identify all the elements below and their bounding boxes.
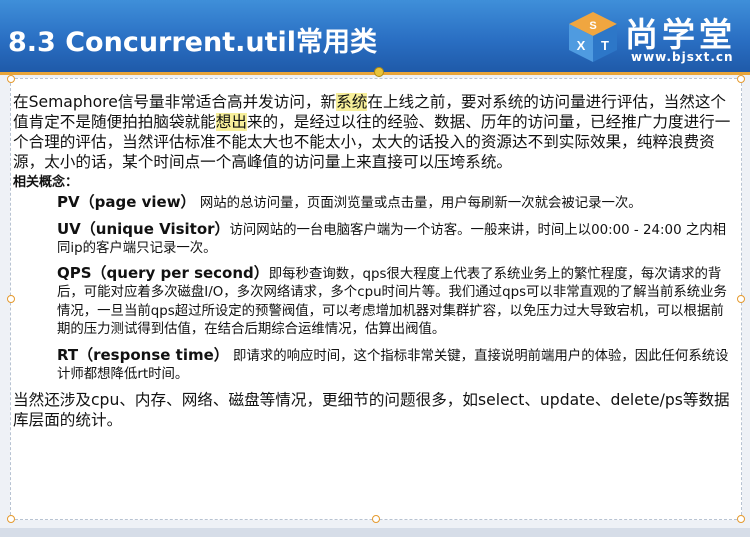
concepts-label: 相关概念： <box>13 175 79 190</box>
logo-brand: 尚学堂 <box>625 15 736 54</box>
rt-term: RT（response time） <box>57 345 229 364</box>
logo-url: www.bjsxt.cn <box>631 50 734 64</box>
rotate-handle[interactable] <box>374 67 384 77</box>
slide-header: 8.3 Concurrent.util常用类 S X T 尚学堂 www.bjs… <box>0 0 750 72</box>
resize-handle-bottom-right[interactable] <box>737 515 745 523</box>
rt-paragraph: RT（response time） 即请求的响应时间，这个指标非常关键，直接说明… <box>13 346 737 385</box>
resize-handle-top-right[interactable] <box>737 75 745 83</box>
intro-highlight-2: 想出 <box>215 113 247 131</box>
resize-handle-right[interactable] <box>737 295 745 303</box>
slide-title: 8.3 Concurrent.util常用类 <box>8 27 378 58</box>
logo-letter-x: X <box>577 38 586 53</box>
slide-body[interactable]: 在Semaphore信号量非常适合高并发访问，新系统在上线之前，要对系统的访问量… <box>13 92 737 430</box>
resize-handle-bottom[interactable] <box>372 515 380 523</box>
qps-term: QPS（query per second） <box>57 263 269 282</box>
pv-text: 网站的总访问量，页面浏览量或点击量，用户每刷新一次就会被记录一次。 <box>199 196 642 211</box>
intro-paragraph: 在Semaphore信号量非常适合高并发访问，新系统在上线之前，要对系统的访问量… <box>13 92 737 172</box>
logo-cube-icon: S X T <box>569 12 617 62</box>
uv-paragraph: UV（unique Visitor）访问网站的一台电脑客户端为一个访客。一般来讲… <box>13 220 737 259</box>
logo: S X T 尚学堂 www.bjsxt.cn <box>567 6 750 68</box>
resize-handle-top-left[interactable] <box>7 75 15 83</box>
logo-letter-s: S <box>589 20 596 32</box>
qps-paragraph: QPS（query per second）即每秒查询数，qps很大程度上代表了系… <box>13 264 737 340</box>
logo-letter-t: T <box>601 38 609 53</box>
pv-paragraph: PV（page view） 网站的总访问量，页面浏览量或点击量，用户每刷新一次就… <box>13 193 737 214</box>
resize-handle-bottom-left[interactable] <box>7 515 15 523</box>
intro-highlight-1: 系统 <box>336 93 368 111</box>
intro-text-1: 在Semaphore信号量非常适合高并发访问，新 <box>13 93 337 111</box>
closing-paragraph: 当然还涉及cpu、内存、网络、磁盘等情况，更细节的问题很多，如select、up… <box>13 390 730 429</box>
bottom-bar <box>0 528 750 537</box>
pv-term: PV（page view） <box>57 193 196 211</box>
uv-term: UV（unique Visitor） <box>57 219 230 238</box>
